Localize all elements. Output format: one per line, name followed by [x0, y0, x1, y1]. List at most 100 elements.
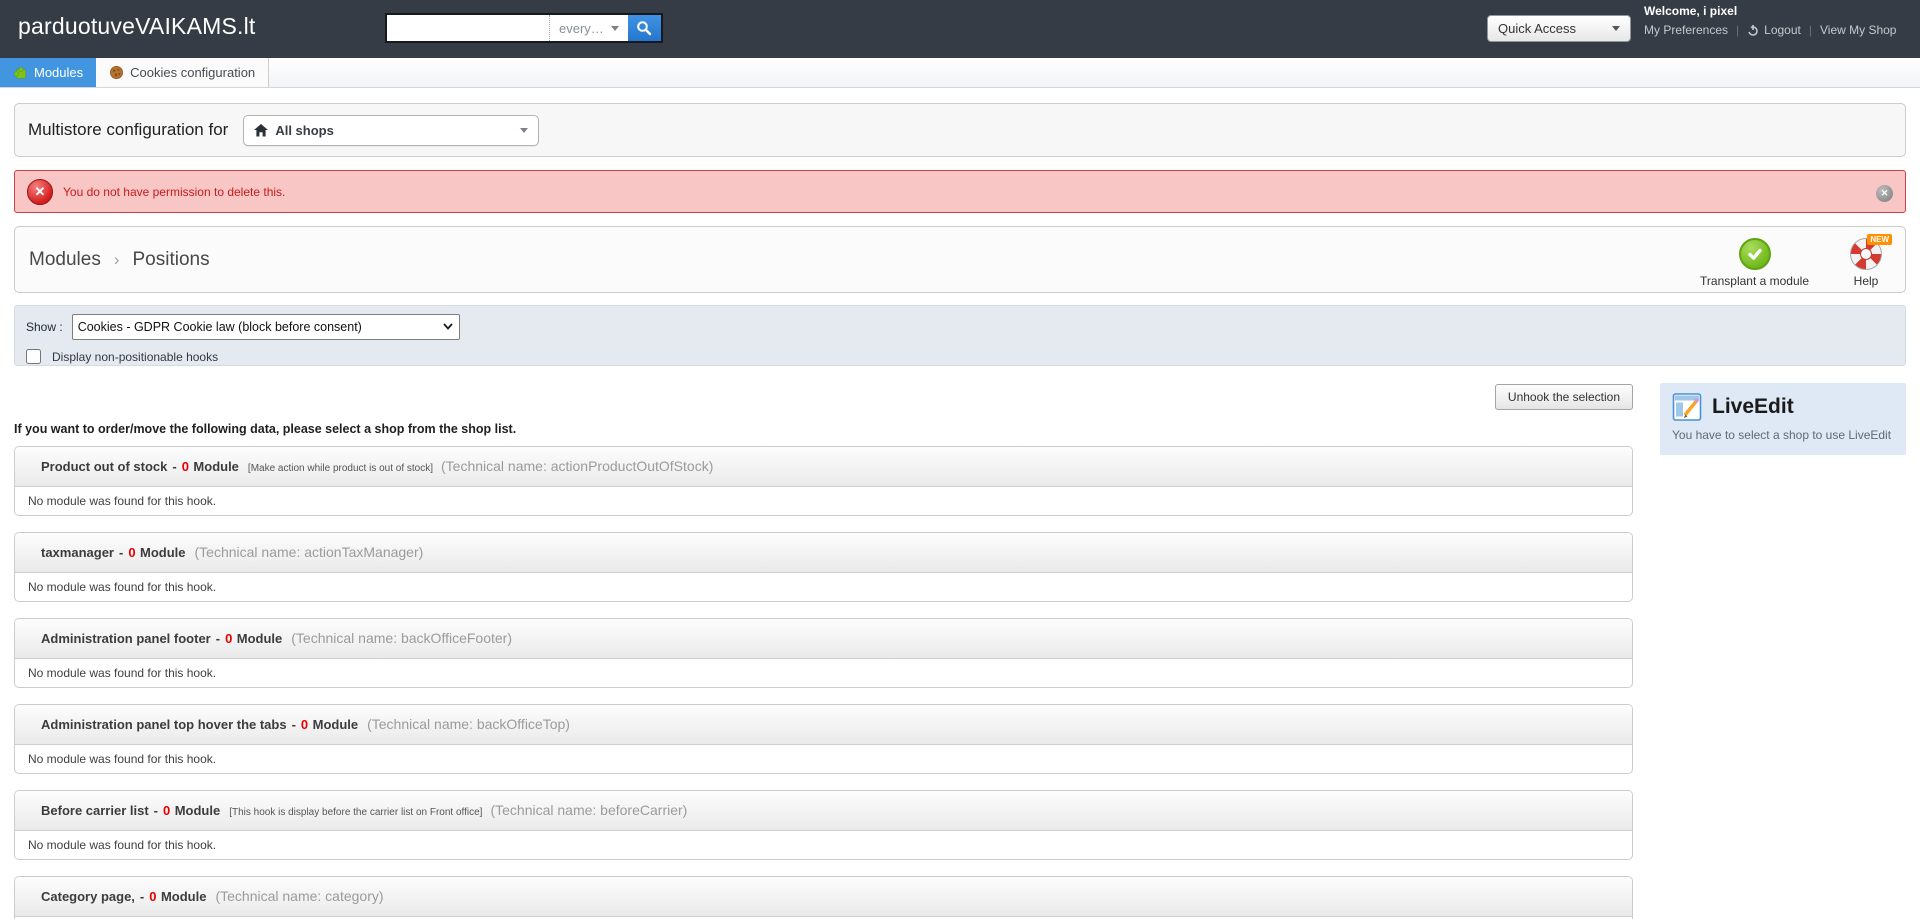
breadcrumb: Modules › Positions — [29, 249, 210, 271]
hook-module-word: Module — [140, 545, 186, 560]
tab-bar: Modules Cookies configuration — [0, 58, 1920, 88]
hook-dash: - — [118, 545, 124, 560]
hook-empty-message: No module was found for this hook. — [28, 494, 217, 508]
search-scope-label: every… — [559, 20, 604, 36]
header-search: every… — [385, 13, 663, 43]
quick-access-label: Quick Access — [1498, 21, 1577, 36]
hook-module-word: Module — [312, 717, 359, 732]
new-badge: NEW — [1867, 234, 1892, 245]
logout-label: Logout — [1764, 23, 1801, 37]
logout-link[interactable]: Logout — [1747, 23, 1801, 37]
lifebuoy-icon: NEW — [1849, 234, 1892, 271]
hook-empty-message: No module was found for this hook. — [28, 666, 217, 680]
hook-panel-beforeCarrier: Before carrier list - 0 Module [This hoo… — [14, 790, 1633, 860]
search-input[interactable] — [387, 15, 549, 41]
cookie-icon — [110, 66, 124, 79]
hook-header: Product out of stock - 0 Module [Make ac… — [15, 447, 1632, 487]
live-edit-column: LiveEdit You have to select a shop to us… — [1660, 366, 1906, 455]
view-my-shop-link[interactable]: View My Shop — [1820, 23, 1896, 37]
hook-dash: - — [139, 889, 145, 904]
hook-empty-message: No module was found for this hook. — [28, 838, 217, 852]
help-button[interactable]: NEW Help — [1849, 234, 1892, 288]
multistore-configuration-panel: Multistore configuration for All shops — [14, 103, 1906, 157]
hook-technical-name: (Technical name: actionProductOutOfStock… — [441, 458, 714, 474]
display-non-positionable-hooks-checkbox[interactable] — [26, 349, 41, 364]
hook-title: Administration panel top hover the tabs — [41, 717, 287, 732]
hook-header: Administration panel top hover the tabs … — [15, 705, 1632, 745]
link-separator: | — [1736, 23, 1740, 37]
hook-module-count: 0 — [163, 803, 171, 818]
search-icon — [637, 21, 652, 36]
hook-header: Before carrier list - 0 Module [This hoo… — [15, 791, 1632, 831]
hook-header: taxmanager - 0 Module (Technical name: a… — [15, 533, 1632, 573]
header-actions: Transplant a module NEW Help — [1700, 234, 1892, 288]
help-label: Help — [1853, 274, 1879, 288]
error-icon: ✕ — [27, 178, 53, 205]
shop-select-value: All shops — [275, 122, 334, 138]
hook-panel-backOfficeFooter: Administration panel footer - 0 Module (… — [14, 618, 1633, 688]
hook-dash: - — [291, 717, 296, 732]
tab-cookies-label: Cookies configuration — [130, 65, 256, 80]
chevron-down-icon — [1612, 26, 1620, 31]
hook-module-word: Module — [193, 459, 239, 474]
close-icon[interactable]: ✕ — [1876, 185, 1893, 202]
hook-module-count: 0 — [225, 631, 233, 646]
hook-filter-panel: Show : Cookies - GDPR Cookie law (block … — [14, 305, 1906, 366]
hook-technical-name: (Technical name: category) — [215, 888, 384, 904]
chevron-down-icon — [520, 127, 529, 133]
hook-technical-name: (Technical name: actionTaxManager) — [194, 544, 424, 560]
display-non-positionable-hooks-label: Display non-positionable hooks — [52, 349, 219, 364]
breadcrumb-modules[interactable]: Modules — [29, 249, 101, 271]
hook-technical-name: (Technical name: backOfficeTop) — [367, 716, 570, 732]
shop-selection-instruction: If you want to order/move the following … — [14, 422, 517, 436]
breadcrumb-separator: › — [113, 249, 120, 269]
tab-cookies-configuration[interactable]: Cookies configuration — [96, 58, 270, 87]
hook-module-word: Module — [160, 889, 207, 904]
hook-panel-actionProductOutOfStock: Product out of stock - 0 Module [Make ac… — [14, 446, 1633, 516]
hook-technical-name: (Technical name: beforeCarrier) — [490, 802, 688, 818]
user-block: Welcome, i pixel My Preferences | Logout… — [1644, 4, 1896, 37]
hook-title: Before carrier list — [41, 803, 149, 818]
hook-empty-message: No module was found for this hook. — [28, 580, 217, 594]
top-header: parduotuveVAIKAMS.lt every… Quick Access… — [0, 0, 1920, 58]
error-banner: ✕ You do not have permission to delete t… — [14, 170, 1906, 213]
home-icon — [254, 123, 269, 136]
hook-panel-backOfficeTop: Administration panel top hover the tabs … — [14, 704, 1633, 774]
shop-select-dropdown[interactable]: All shops — [243, 114, 540, 146]
puzzle-icon — [13, 67, 26, 79]
hook-description: [Make action while product is out of sto… — [247, 463, 434, 474]
my-preferences-link[interactable]: My Preferences — [1644, 23, 1728, 37]
hook-header: Category page, - 0 Module (Technical nam… — [15, 877, 1632, 917]
search-button[interactable] — [627, 15, 661, 41]
link-separator: | — [1808, 23, 1812, 37]
unhook-selection-button[interactable]: Unhook the selection — [1494, 384, 1633, 410]
welcome-text: Welcome, i pixel — [1644, 4, 1738, 18]
transplant-module-button[interactable]: Transplant a module — [1700, 236, 1809, 288]
hook-panel-actionTaxManager: taxmanager - 0 Module (Technical name: a… — [14, 532, 1633, 602]
hook-module-count: 0 — [128, 545, 136, 560]
hook-module-count: 0 — [181, 459, 189, 474]
power-icon — [1748, 24, 1758, 36]
hook-title: Administration panel footer — [41, 631, 211, 646]
quick-access-dropdown[interactable]: Quick Access — [1487, 15, 1631, 42]
live-edit-panel: LiveEdit You have to select a shop to us… — [1660, 383, 1906, 455]
hooks-column: Unhook the selection If you want to orde… — [14, 366, 1633, 919]
hook-title: Product out of stock — [41, 459, 168, 474]
hook-dash: - — [215, 631, 221, 646]
page-title: Positions — [132, 248, 210, 270]
content-area: Multistore configuration for All shops ✕… — [0, 103, 1920, 919]
hook-list: Product out of stock - 0 Module [Make ac… — [14, 446, 1633, 919]
hook-title: Category page, — [41, 889, 135, 904]
shop-logo[interactable]: parduotuveVAIKAMS.lt — [18, 13, 256, 40]
hook-title: taxmanager — [41, 545, 114, 560]
hook-description: [This hook is display before the carrier… — [229, 807, 483, 818]
page-header-panel: Modules › Positions Transplant a module — [14, 226, 1906, 293]
hook-module-count: 0 — [300, 717, 309, 732]
hook-dash: - — [172, 459, 177, 474]
transplant-module-label: Transplant a module — [1700, 274, 1809, 288]
hook-panel-category: Category page, - 0 Module (Technical nam… — [14, 876, 1633, 919]
tab-modules[interactable]: Modules — [0, 58, 97, 87]
show-hook-select[interactable]: Cookies - GDPR Cookie law (block before … — [71, 314, 460, 340]
show-label: Show : — [26, 320, 63, 334]
search-scope-dropdown[interactable]: every… — [549, 15, 628, 41]
